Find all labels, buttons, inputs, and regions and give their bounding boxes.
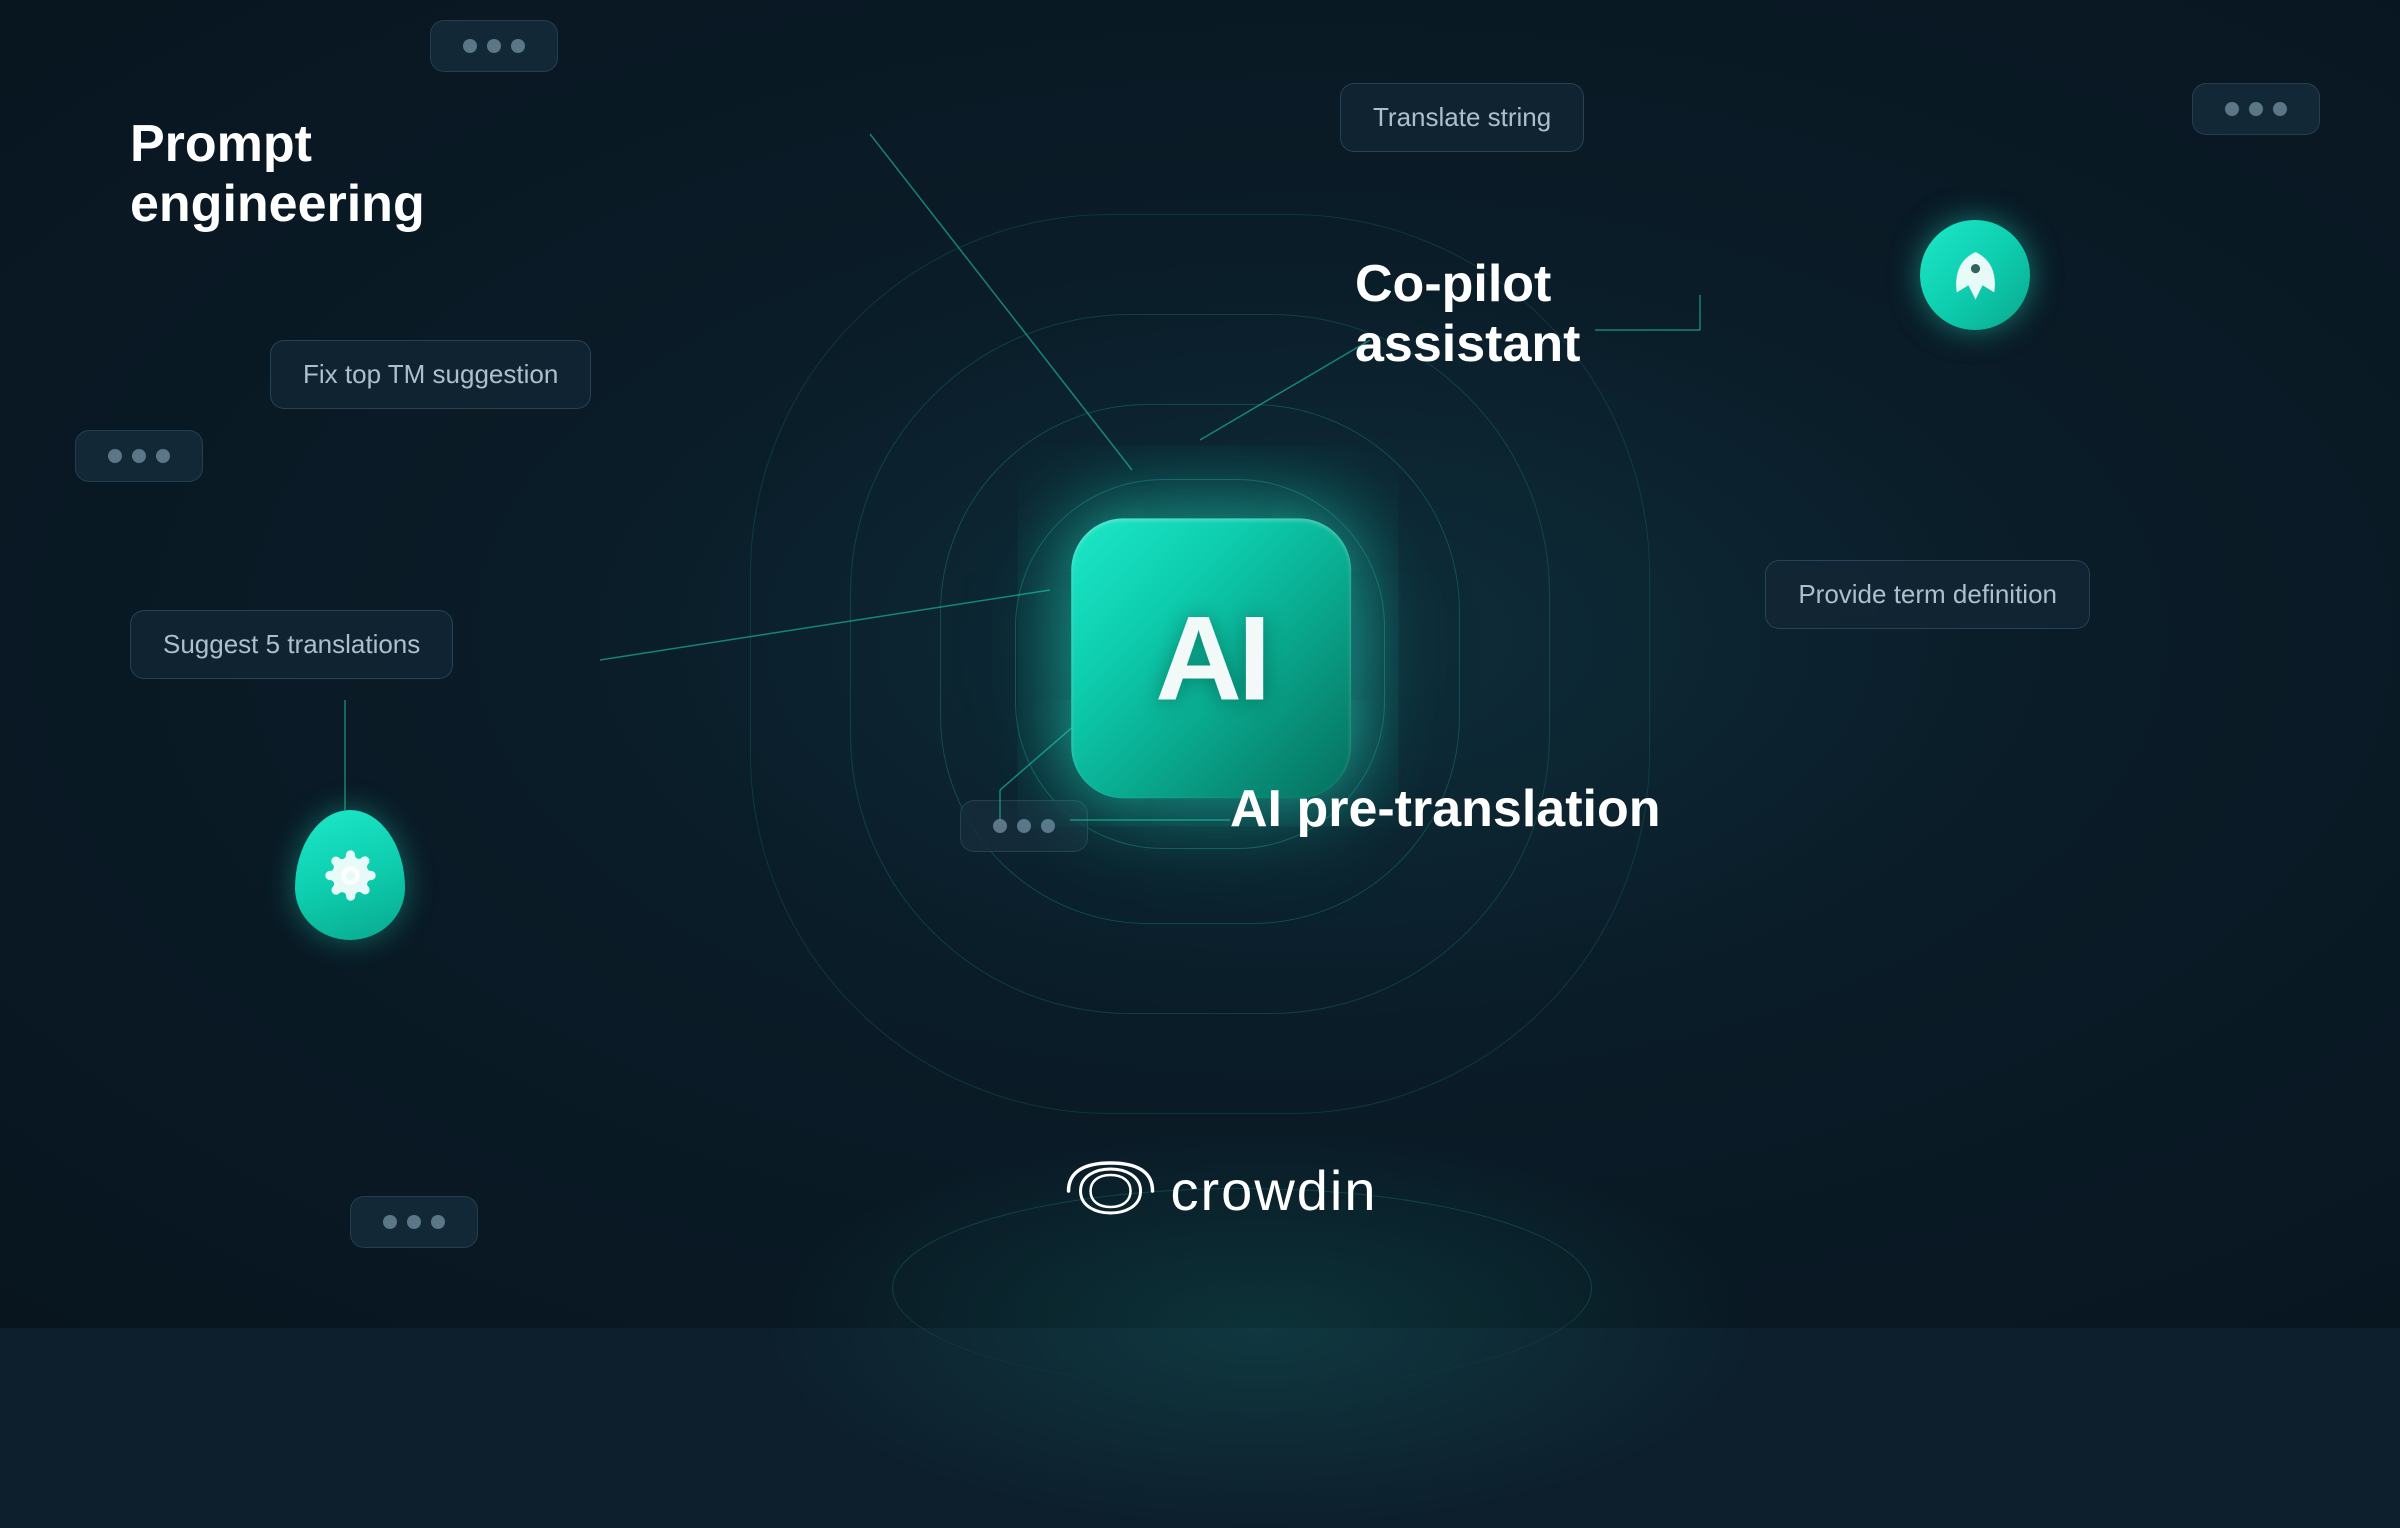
ai-chip: AI: [1071, 518, 1351, 798]
dots-pill-left: [75, 430, 203, 482]
suggest-translations-pill: Suggest 5 translations: [130, 610, 453, 679]
dot: [487, 39, 501, 53]
dots-pill-bottom-center: [960, 800, 1088, 852]
dot: [1041, 819, 1055, 833]
crowdin-logo-icon: [1061, 1161, 1161, 1221]
dot: [156, 449, 170, 463]
crowdin-logo: crowdin: [1061, 1158, 1378, 1223]
provide-term-pill: Provide term definition: [1765, 560, 2090, 629]
rocket-icon-circle: [1920, 220, 2030, 330]
dots-pill-top-center: [430, 20, 558, 72]
dot: [463, 39, 477, 53]
dot: [407, 1215, 421, 1229]
dots-pill-top-right: [2192, 83, 2320, 135]
dot: [511, 39, 525, 53]
dot: [2249, 102, 2263, 116]
translate-string-pill: Translate string: [1340, 83, 1584, 152]
crowdin-logo-text: crowdin: [1171, 1158, 1378, 1223]
prompt-engineering-label: Promptengineering: [130, 115, 425, 235]
gear-icon: [323, 848, 378, 903]
dot: [993, 819, 1007, 833]
dot: [2225, 102, 2239, 116]
dot: [2273, 102, 2287, 116]
dot: [132, 449, 146, 463]
ai-chip-label: AI: [1155, 589, 1267, 727]
dot: [383, 1215, 397, 1229]
ai-pretranslation-label: AI pre-translation: [1230, 780, 1661, 840]
dot: [1017, 819, 1031, 833]
dots-pill-bottom-left: [350, 1196, 478, 1248]
dot: [108, 449, 122, 463]
dot: [431, 1215, 445, 1229]
rocket-icon: [1948, 248, 2003, 303]
fix-tm-pill: Fix top TM suggestion: [270, 340, 591, 409]
copilot-label: Co-pilotassistant: [1355, 255, 1580, 375]
